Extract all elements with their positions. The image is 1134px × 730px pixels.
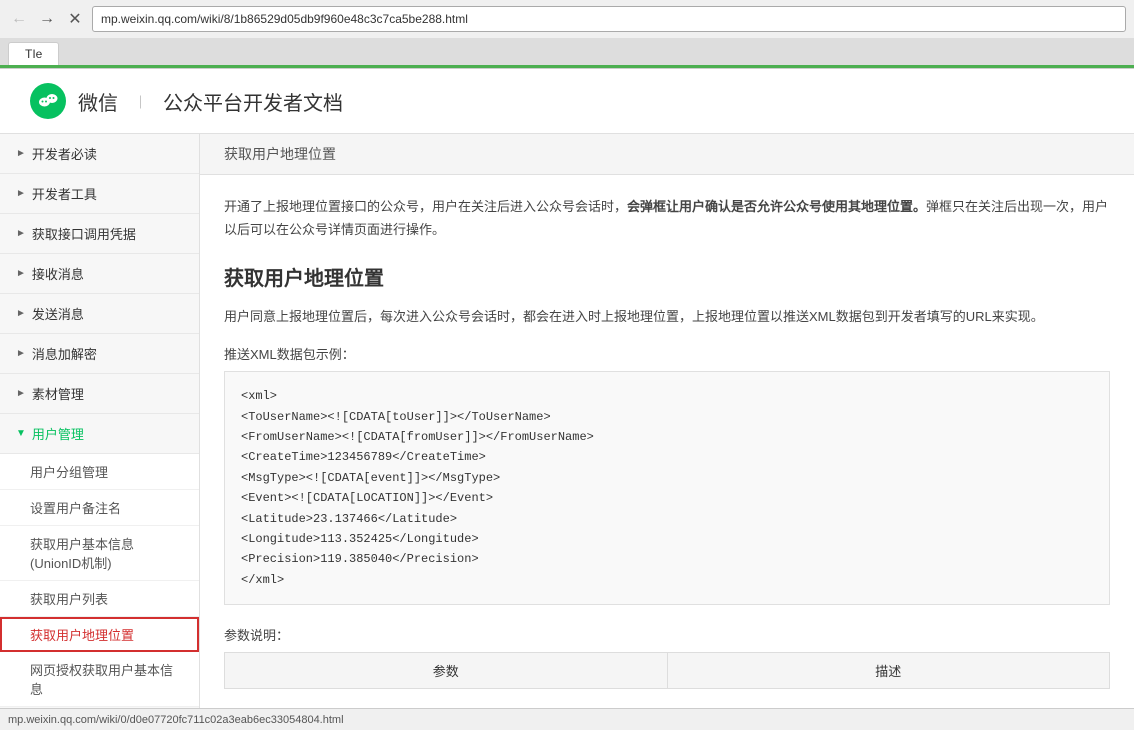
arrow-icon: ▼ [16, 428, 26, 439]
code-block: <xml> <ToUserName><![CDATA[toUser]]></To… [224, 371, 1110, 605]
toolbar: ← → ✕ [0, 0, 1134, 38]
sidebar-item-get-credential[interactable]: ► 获取接口调用凭据 [0, 214, 199, 254]
section-title: 获取用户地理位置 [224, 262, 1110, 291]
sidebar-item-receive-msg[interactable]: ► 接收消息 [0, 254, 199, 294]
table-header-param: 参数 [225, 653, 668, 689]
green-line [0, 65, 1134, 68]
arrow-icon: ► [16, 348, 26, 359]
table-header-desc: 描述 [667, 653, 1110, 689]
breadcrumb: 获取用户地理位置 [224, 146, 336, 162]
status-url: mp.weixin.qq.com/wiki/0/d0e07720fc711c02… [8, 714, 344, 726]
sidebar-item-label: 素材管理 [32, 384, 84, 403]
sidebar-sub-user-location[interactable]: 获取用户地理位置 [0, 617, 199, 652]
code-line: <Event><![CDATA[LOCATION]]></Event> [241, 488, 1093, 508]
code-line: <xml> [241, 386, 1093, 406]
params-label: 参数说明： [224, 625, 1110, 644]
content-header: 获取用户地理位置 [200, 134, 1134, 175]
sidebar-item-custom-menu[interactable]: ► 自定义菜单管理 [0, 707, 199, 708]
code-line: <MsgType><![CDATA[event]]></MsgType> [241, 468, 1093, 488]
page-header: 微信 ｜ 公众平台开发者文档 [0, 69, 1134, 134]
code-line: <Latitude>23.137466</Latitude> [241, 509, 1093, 529]
code-line: <CreateTime>123456789</CreateTime> [241, 447, 1093, 467]
site-title: 微信 [78, 87, 118, 116]
code-line: </xml> [241, 570, 1093, 590]
sidebar-item-label: 消息加解密 [32, 344, 97, 363]
code-line: <FromUserName><![CDATA[fromUser]]></From… [241, 427, 1093, 447]
sidebar-item-materials[interactable]: ► 素材管理 [0, 374, 199, 414]
wechat-logo [30, 83, 66, 119]
code-line: <Precision>119.385040</Precision> [241, 549, 1093, 569]
sidebar-sub-user-oauth[interactable]: 网页授权获取用户基本信息 [0, 652, 199, 707]
sidebar-item-send-msg[interactable]: ► 发送消息 [0, 294, 199, 334]
back-button[interactable]: ← [8, 8, 30, 30]
sidebar-item-label: 开发者工具 [32, 184, 97, 203]
code-line: <Longitude>113.352425</Longitude> [241, 529, 1093, 549]
browser-tab[interactable]: TIe [8, 42, 59, 65]
sidebar-item-label: 用户管理 [32, 424, 84, 443]
sidebar-item-label: 开发者必读 [32, 144, 97, 163]
section-description: 用户同意上报地理位置后，每次进入公众号会话时，都会在进入时上报地理位置，上报地理… [224, 305, 1110, 328]
code-line: <ToUserName><![CDATA[toUser]]></ToUserNa… [241, 407, 1093, 427]
content-area: 获取用户地理位置 开通了上报地理位置接口的公众号，用户在关注后进入公众号会话时，… [200, 134, 1134, 708]
browser-chrome: ← → ✕ TIe [0, 0, 1134, 69]
sidebar-sub-user-group[interactable]: 用户分组管理 [0, 454, 199, 490]
tab-bar: TIe [0, 38, 1134, 65]
sidebar-sub-user-remark[interactable]: 设置用户备注名 [0, 490, 199, 526]
sidebar-sub-user-info[interactable]: 获取用户基本信息(UnionID机制) [0, 526, 199, 581]
sidebar-item-label: 发送消息 [32, 304, 84, 323]
arrow-icon: ► [16, 188, 26, 199]
sidebar-item-developer-tools[interactable]: ► 开发者工具 [0, 174, 199, 214]
content-body: 开通了上报地理位置接口的公众号，用户在关注后进入公众号会话时，会弹框让用户确认是… [200, 175, 1134, 708]
sidebar-item-label: 接收消息 [32, 264, 84, 283]
intro-paragraph: 开通了上报地理位置接口的公众号，用户在关注后进入公众号会话时，会弹框让用户确认是… [224, 195, 1110, 242]
arrow-icon: ► [16, 268, 26, 279]
push-label: 推送XML数据包示例： [224, 344, 1110, 363]
site-subtitle: 公众平台开发者文档 [163, 87, 343, 116]
sidebar: ► 开发者必读 ► 开发者工具 ► 获取接口调用凭据 ► 接收消息 ► 发送消息… [0, 134, 200, 708]
sidebar-item-user-mgmt[interactable]: ▼ 用户管理 [0, 414, 199, 454]
arrow-icon: ► [16, 388, 26, 399]
params-table: 参数 描述 [224, 652, 1110, 689]
sidebar-item-label: 获取接口调用凭据 [32, 224, 136, 243]
sidebar-item-developer-read[interactable]: ► 开发者必读 [0, 134, 199, 174]
arrow-icon: ► [16, 308, 26, 319]
sidebar-item-encrypt[interactable]: ► 消息加解密 [0, 334, 199, 374]
forward-button[interactable]: → [36, 8, 58, 30]
sidebar-sub-user-list[interactable]: 获取用户列表 [0, 581, 199, 617]
address-bar[interactable] [92, 6, 1126, 32]
status-bar: mp.weixin.qq.com/wiki/0/d0e07720fc711c02… [0, 708, 1134, 730]
arrow-icon: ► [16, 228, 26, 239]
header-divider: ｜ [134, 92, 147, 111]
arrow-icon: ► [16, 148, 26, 159]
main-container: ► 开发者必读 ► 开发者工具 ► 获取接口调用凭据 ► 接收消息 ► 发送消息… [0, 134, 1134, 708]
sidebar-sub-menu: 用户分组管理 设置用户备注名 获取用户基本信息(UnionID机制) 获取用户列… [0, 454, 199, 707]
close-button[interactable]: ✕ [64, 8, 86, 30]
